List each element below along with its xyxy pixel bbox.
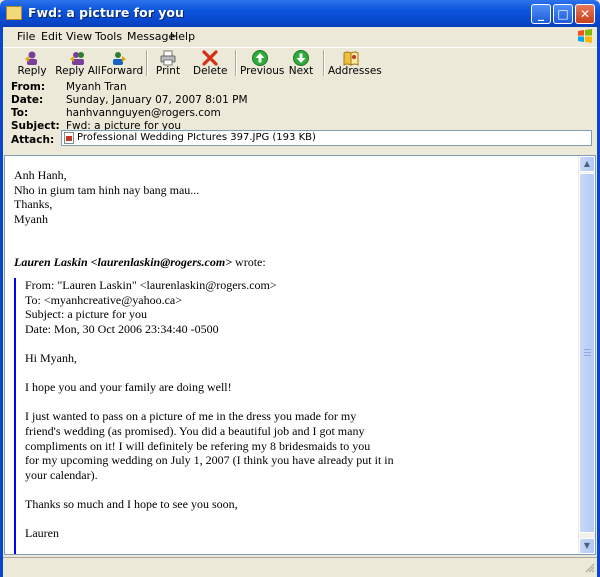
- date-value: Sunday, January 07, 2007 8:01 PM: [66, 94, 248, 106]
- toolbar-separator: [235, 50, 237, 76]
- title-bar[interactable]: Fwd: a picture for you _ □ ✕: [0, 0, 600, 27]
- quoted-to: To: <myanhcreative@yahoo.ca>: [25, 292, 183, 307]
- quoted-subject: Subject: a picture for you: [25, 307, 147, 322]
- reply-all-icon: [70, 52, 84, 65]
- to-label: To:: [11, 107, 29, 119]
- minimize-button[interactable]: _: [531, 4, 551, 24]
- scroll-up-icon: ▲: [583, 159, 591, 168]
- grip-line: [584, 352, 591, 353]
- previous-button[interactable]: Previous: [240, 48, 284, 78]
- body-greeting: Anh Hanh,: [14, 168, 67, 182]
- menu-tools[interactable]: Tools: [95, 30, 122, 43]
- menu-file[interactable]: File: [17, 30, 35, 43]
- attachment-field[interactable]: Professional Wedding PIctures 397.JPG (1…: [61, 130, 592, 146]
- quoted-paragraph-line: I just wanted to pass on a picture of me…: [25, 409, 357, 424]
- scroll-down-icon: ▼: [583, 541, 591, 550]
- scroll-down-button[interactable]: ▼: [579, 538, 595, 554]
- print-button[interactable]: Print: [153, 48, 183, 78]
- vertical-scrollbar[interactable]: ▲ ▼: [578, 156, 595, 554]
- body-line: Nho in gium tam hinh nay bang mau...: [14, 182, 200, 197]
- close-icon: ✕: [579, 7, 591, 21]
- maximize-button[interactable]: □: [553, 4, 573, 24]
- date-label: Date:: [11, 94, 44, 106]
- message-body[interactable]: Anh Hanh, Nho in gium tam hinh nay bang …: [4, 155, 596, 555]
- status-bar: [3, 557, 597, 575]
- addresses-button[interactable]: Addresses: [328, 48, 382, 78]
- address-book-icon: [343, 51, 359, 66]
- grip-line: [584, 355, 591, 356]
- next-button[interactable]: Next: [286, 48, 316, 78]
- body-thanks: Thanks,: [14, 197, 53, 212]
- menu-message[interactable]: Message: [127, 30, 175, 43]
- menu-edit[interactable]: Edit: [41, 30, 62, 43]
- menu-bar: File Edit View Tools Message Help: [3, 27, 597, 47]
- quoted-greeting: Hi Myanh,: [25, 350, 77, 365]
- from-label: From:: [11, 81, 46, 93]
- reply-all-button[interactable]: Reply All: [55, 48, 101, 78]
- close-button[interactable]: ✕: [575, 4, 595, 24]
- quote-author: Lauren Laskin <laurenlaskin@rogers.com>: [14, 255, 233, 270]
- attachment-filename[interactable]: Professional Wedding PIctures 397.JPG (1…: [77, 132, 316, 143]
- toolbar-separator: [323, 50, 325, 76]
- delete-x-icon: [202, 50, 218, 66]
- window-title: Fwd: a picture for you: [28, 5, 184, 20]
- quoted-date: Date: Mon, 30 Oct 2006 23:34:40 -0500: [25, 321, 219, 336]
- attach-label: Attach:: [11, 134, 55, 146]
- reply-icon: [25, 51, 37, 65]
- quote-wrote: wrote:: [232, 255, 266, 270]
- reply-button[interactable]: Reply: [11, 48, 53, 78]
- arrow-up-icon: [252, 50, 268, 66]
- toolbar: Reply Reply All Forward Print Delete Pre…: [3, 47, 597, 79]
- quoted-paragraph-line: your calendar).: [25, 467, 98, 482]
- scroll-thumb[interactable]: [579, 173, 595, 533]
- body-signature: Myanh: [14, 211, 48, 226]
- quoted-closing: Thanks so much and I hope to see you soo…: [25, 496, 238, 511]
- scroll-up-button[interactable]: ▲: [579, 156, 595, 172]
- quoted-paragraph-line: for my upcoming wedding on July 1, 2007 …: [25, 453, 394, 468]
- windows-logo-icon: [578, 29, 592, 43]
- arrow-down-icon: [293, 50, 309, 66]
- quote-attribution: Lauren Laskin <laurenlaskin@rogers.com> …: [14, 255, 574, 270]
- menu-view[interactable]: View: [66, 30, 92, 43]
- forward-icon: [113, 52, 126, 65]
- quoted-sign: Lauren: [25, 526, 59, 541]
- toolbar-separator: [146, 50, 148, 76]
- envelope-icon: [6, 6, 22, 20]
- message-header: From: Myanh Tran Date: Sunday, January 0…: [3, 78, 597, 152]
- quoted-paragraph-line: compliments on it! I will definitely be …: [25, 438, 371, 453]
- minimize-icon: _: [538, 7, 544, 21]
- quoted-message: From: "Lauren Laskin" <laurenlaskin@roge…: [14, 278, 567, 554]
- from-value: Myanh Tran: [66, 81, 127, 93]
- quoted-from: From: "Lauren Laskin" <laurenlaskin@roge…: [25, 278, 277, 292]
- resize-grip-icon[interactable]: [585, 563, 595, 573]
- quoted-paragraph: I hope you and your family are doing wel…: [25, 380, 232, 395]
- menu-help[interactable]: Help: [170, 30, 195, 43]
- delete-button[interactable]: Delete: [193, 48, 228, 78]
- maximize-icon: □: [557, 7, 569, 21]
- printer-icon: [160, 50, 176, 66]
- quoted-paragraph-line: friend's wedding (as promised). You did …: [25, 423, 365, 438]
- grip-line: [584, 349, 591, 350]
- to-value: hanhvannguyen@rogers.com: [66, 107, 221, 119]
- forward-button[interactable]: Forward: [101, 48, 143, 78]
- image-file-icon: [64, 132, 74, 144]
- subject-label: Subject:: [11, 120, 60, 132]
- message-text: Anh Hanh, Nho in gium tam hinh nay bang …: [14, 168, 574, 270]
